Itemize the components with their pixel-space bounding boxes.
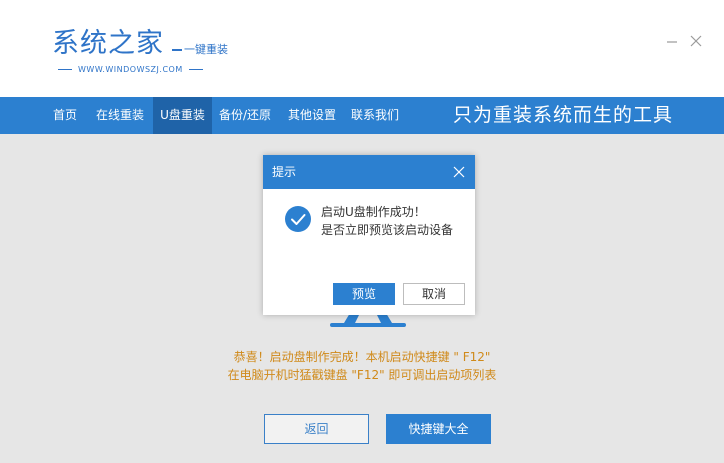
logo-url-text: WWW.WINDOWSZJ.COM: [78, 65, 183, 74]
minimize-icon[interactable]: [665, 34, 679, 48]
logo-title: 系统之家: [52, 28, 164, 59]
nav-item-other-settings[interactable]: 其他设置: [288, 97, 336, 134]
logo-subtitle: 一键重装: [172, 43, 228, 56]
dialog-header: 提示: [263, 155, 475, 189]
header: 系统之家 一键重装 WWW.WINDOWSZJ.COM: [0, 0, 724, 97]
prompt-dialog: 提示 启动U盘制作成功！ 是否立即预览该启动设备 预览 取消: [263, 155, 475, 315]
slogan: 只为重装系统而生的工具: [453, 104, 674, 126]
nav-item-usb-reinstall[interactable]: U盘重装: [153, 97, 212, 134]
dialog-title: 提示: [272, 165, 297, 179]
logo-url-dash-right: [188, 69, 203, 70]
nav-item-home[interactable]: 首页: [53, 97, 77, 134]
nav-item-contact-us[interactable]: 联系我们: [351, 97, 399, 134]
dialog-message-line-1: 启动U盘制作成功！: [321, 205, 426, 219]
back-button[interactable]: 返回: [264, 414, 369, 444]
app-window: 系统之家 一键重装 WWW.WINDOWSZJ.COM 首页 在线重装 U盘重装…: [0, 0, 724, 463]
check-circle-icon: [285, 206, 311, 232]
notice-line-2: 在电脑开机时猛戳键盘 "F12" 即可调出启动项列表: [227, 368, 497, 382]
monitor-stand-icon: [330, 313, 406, 327]
cancel-button[interactable]: 取消: [403, 283, 465, 305]
notice-line-1: 恭喜！启动盘制作完成！本机启动快捷键 " F12": [233, 350, 491, 364]
logo-url: WWW.WINDOWSZJ.COM: [52, 65, 209, 75]
dialog-message-line-2: 是否立即预览该启动设备: [321, 223, 454, 237]
dialog-close-icon[interactable]: [453, 166, 465, 178]
close-icon[interactable]: [689, 34, 703, 48]
preview-button[interactable]: 预览: [333, 283, 395, 305]
nav-bar: 首页 在线重装 U盘重装 备份/还原 其他设置 联系我们 只为重装系统而生的工具: [0, 97, 724, 134]
nav-item-online-reinstall[interactable]: 在线重装: [96, 97, 144, 134]
logo-url-dash-left: [58, 69, 72, 70]
nav-item-backup-restore[interactable]: 备份/还原: [219, 97, 271, 134]
hotkeys-button[interactable]: 快捷键大全: [386, 414, 491, 444]
